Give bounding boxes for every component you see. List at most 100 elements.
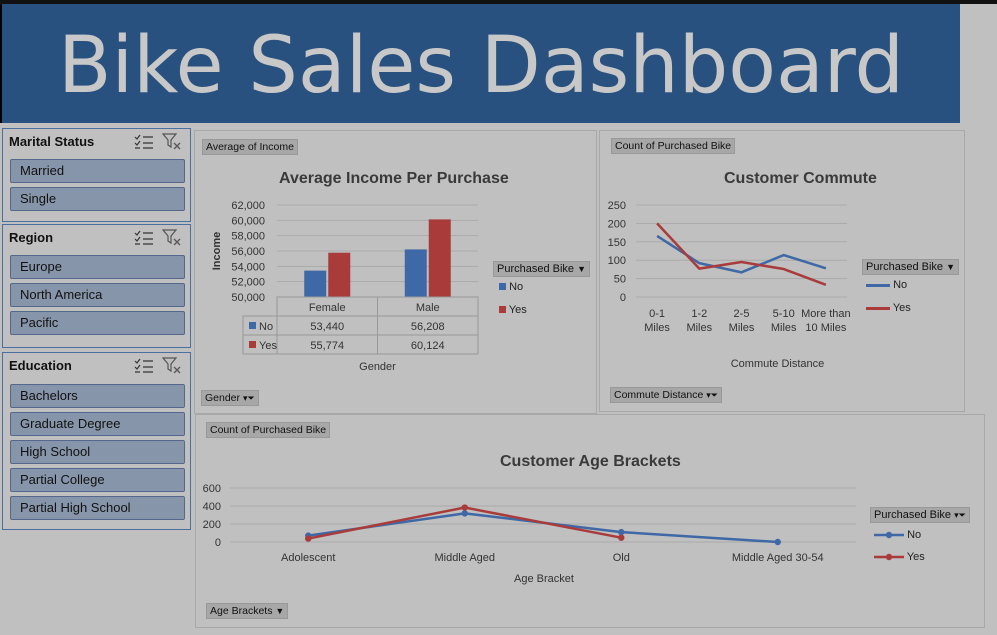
x-tick-label: Middle Aged 30-54	[732, 552, 824, 564]
y-tick-label: 54,000	[231, 261, 265, 273]
data-point-yes	[305, 535, 312, 542]
series-line-yes	[656, 222, 827, 287]
x-tick-label: 1-2 Miles	[686, 308, 712, 334]
filter-dropdown-icon: ▾⏷	[706, 390, 718, 400]
axis-field-button[interactable]: Commute Distance ▾⏷	[610, 387, 722, 403]
slicer-item-north-america[interactable]: North America	[10, 283, 185, 307]
legend-label: No	[907, 529, 922, 541]
legend-field-label: Purchased Bike	[866, 261, 944, 273]
legend-field-button[interactable]: Purchased Bike ▾⏷	[870, 507, 970, 523]
bar-yes	[428, 219, 451, 297]
legend-label: Yes	[508, 304, 527, 316]
y-tick-label: 0	[215, 537, 221, 549]
y-tick-label: 60,000	[231, 215, 265, 227]
data-label: 56,208	[411, 321, 445, 333]
slicer-marital-status: Marital Status Married Single	[2, 128, 191, 222]
dropdown-arrow-icon: ▼	[275, 606, 285, 616]
filter-dropdown-icon: ▾⏷	[242, 393, 255, 403]
legend-item-yes: Yes	[866, 302, 911, 314]
slicer-header: Region	[3, 225, 190, 253]
data-label: 53,440	[310, 321, 344, 333]
y-tick-label: 52,000	[231, 277, 265, 289]
legend-item-no: No	[874, 529, 921, 541]
multi-select-icon[interactable]	[134, 134, 154, 150]
slicer-title: Education	[9, 358, 72, 373]
commute-chart-panel[interactable]: Count of Purchased Bike Customer Commute…	[599, 130, 965, 412]
legend-marker-no	[874, 531, 904, 539]
data-point-no	[618, 528, 625, 536]
legend-label: No	[893, 279, 908, 291]
y-tick-label: 200	[203, 519, 221, 531]
y-tick-label: 600	[203, 483, 221, 495]
slicer-item-high-school[interactable]: High School	[10, 440, 185, 464]
y-tick-label: 62,000	[231, 200, 265, 212]
data-point-no	[461, 510, 468, 517]
bar-yes	[328, 252, 351, 297]
slicer-item-pacific[interactable]: Pacific	[10, 311, 185, 335]
slicer-item-married[interactable]: Married	[10, 159, 185, 183]
dropdown-arrow-icon: ▼	[946, 262, 956, 272]
income-chart-panel[interactable]: Average of Income Average Income Per Pur…	[194, 130, 597, 414]
data-point-no	[774, 538, 781, 546]
dashboard-banner: Bike Sales Dashboard	[2, 4, 960, 123]
axis-field-label: Commute Distance	[614, 389, 704, 401]
x-axis-label: Gender	[359, 361, 396, 373]
bar-no	[404, 249, 427, 297]
legend-item-yes: Yes	[874, 551, 925, 563]
legend-field-button[interactable]: Purchased Bike ▼	[862, 259, 960, 275]
slicer-item-partial-college[interactable]: Partial College	[10, 468, 185, 492]
multi-select-icon[interactable]	[134, 230, 154, 246]
multi-select-icon[interactable]	[134, 358, 154, 374]
y-tick-label: 250	[608, 200, 626, 212]
x-tick-label: Old	[613, 552, 630, 564]
slicer-title: Region	[9, 230, 54, 245]
clear-filter-icon[interactable]	[162, 228, 182, 246]
dashboard-title: Bike Sales Dashboard	[58, 21, 904, 111]
age-chart-panel[interactable]: Count of Purchased Bike Customer Age Bra…	[195, 414, 985, 628]
legend-item-no: No	[866, 279, 907, 291]
slicer-education: Education Bachelors Graduate Degree High…	[2, 352, 191, 530]
axis-field-label: Gender	[205, 392, 241, 404]
slicer-header: Marital Status	[3, 129, 190, 157]
axis-field-button[interactable]: Gender ▾⏷	[201, 390, 259, 406]
legend-label: No	[509, 281, 524, 293]
table-legend-key	[249, 341, 256, 348]
axis-field-button[interactable]: Age Brackets ▼	[206, 603, 289, 619]
legend-swatch-no	[499, 283, 506, 290]
series-line-no	[308, 512, 778, 544]
slicer-item-graduate-degree[interactable]: Graduate Degree	[10, 412, 185, 436]
axis-field-label: Age Brackets	[210, 605, 273, 617]
filter-dropdown-icon: ▾⏷	[954, 510, 966, 520]
legend-marker-yes	[874, 553, 904, 561]
clear-filter-icon[interactable]	[162, 132, 182, 150]
x-tick-label: Adolescent	[281, 552, 335, 564]
slicer-item-europe[interactable]: Europe	[10, 255, 185, 279]
legend-field-button[interactable]: Purchased Bike ▼	[493, 261, 591, 277]
slicer-region: Region Europe North America Pacific	[2, 224, 191, 348]
legend-line-yes	[866, 306, 890, 310]
table-legend-key	[249, 322, 256, 329]
x-tick-label: 0-1 Miles	[644, 308, 670, 334]
y-tick-label: 400	[203, 501, 221, 513]
y-tick-label: 150	[608, 237, 626, 249]
legend-label: Yes	[892, 302, 911, 314]
y-tick-label: 200	[608, 218, 626, 230]
dropdown-arrow-icon: ▼	[577, 264, 587, 274]
clear-filter-icon[interactable]	[162, 356, 182, 374]
slicer-item-partial-high-school[interactable]: Partial High School	[10, 496, 185, 520]
legend-item-yes: Yes	[499, 304, 527, 316]
legend-swatch-yes	[499, 306, 506, 313]
y-tick-label: 100	[608, 255, 626, 267]
x-tick-label: Female	[309, 302, 346, 314]
slicer-header: Education	[3, 353, 190, 381]
age-chart-plot: 0 200 400 600 Adolescent Middle Aged Old Middle…	[203, 483, 856, 585]
y-tick-label: 50,000	[231, 292, 265, 304]
legend-field-label: Purchased Bike	[874, 509, 952, 521]
slicer-item-bachelors[interactable]: Bachelors	[10, 384, 185, 408]
data-point-yes	[461, 504, 468, 511]
data-label: 60,124	[411, 340, 445, 352]
x-axis-label: Commute Distance	[731, 358, 825, 370]
legend-line-no	[866, 283, 890, 287]
slicer-item-single[interactable]: Single	[10, 187, 185, 211]
x-tick-label: Middle Aged	[434, 552, 495, 564]
